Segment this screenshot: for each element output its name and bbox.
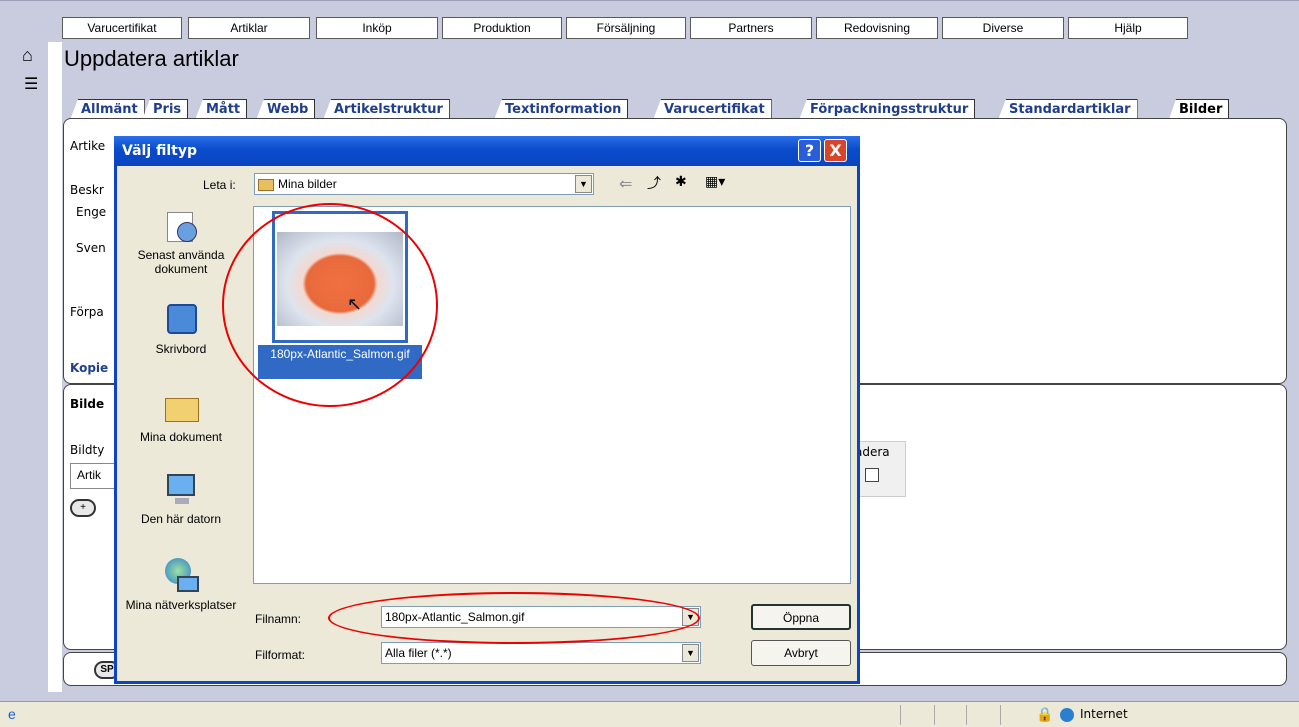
sidebar-gap [48, 42, 62, 692]
copy-link[interactable]: Kopie [70, 361, 108, 375]
place-recent[interactable]: Senast använda dokument [123, 206, 239, 276]
back-icon[interactable]: ⇐ [619, 174, 632, 194]
place-label: Mina dokument [139, 430, 223, 444]
look-in-select[interactable]: Mina bilder ▼ [254, 173, 594, 195]
up-folder-icon[interactable]: ⤴ [647, 173, 661, 193]
salmon-thumbnail-image [277, 232, 403, 326]
open-button[interactable]: Öppna [751, 604, 851, 630]
page-title: Uppdatera artiklar [64, 46, 239, 71]
tab-pris[interactable]: Pris [142, 99, 189, 120]
chevron-down-icon[interactable]: ▼ [682, 644, 699, 662]
file-list[interactable]: ↖ 180px-Atlantic_Salmon.gif [253, 206, 851, 584]
tab-matt[interactable]: Mått [195, 99, 248, 120]
place-label: Senast använda dokument [137, 248, 225, 276]
zone-label: Internet [1080, 707, 1128, 721]
tab-varucertifikat[interactable]: Varucertifikat [653, 99, 772, 120]
status-divider [934, 705, 935, 725]
lock-icon: 🔒 [1036, 706, 1054, 722]
place-my-computer[interactable]: Den här datorn [123, 470, 239, 526]
menu-varucertifikat[interactable]: Varucertifikat [62, 17, 182, 39]
globe-icon [1060, 708, 1074, 722]
network-places-icon [161, 556, 201, 596]
status-divider [900, 705, 901, 725]
menu-artiklar[interactable]: Artiklar [188, 17, 310, 39]
tab-standardartiklar[interactable]: Standardartiklar [998, 99, 1138, 120]
tab-webb[interactable]: Webb [256, 99, 316, 120]
tab-textinformation[interactable]: Textinformation [494, 99, 629, 120]
help-button[interactable]: ? [798, 139, 821, 162]
my-documents-icon [161, 388, 201, 428]
chevron-down-icon[interactable]: ▼ [575, 175, 592, 193]
tab-artikelstruktur[interactable]: Artikelstruktur [323, 99, 450, 120]
close-button[interactable]: X [824, 139, 847, 162]
chevron-down-icon[interactable]: ▼ [682, 608, 699, 626]
filename-input[interactable]: 180px-Atlantic_Salmon.gif ▼ [381, 606, 701, 628]
filename-label: Filnamn: [255, 612, 302, 626]
menu-forsaljning[interactable]: Försäljning [566, 17, 686, 39]
place-label: Den här datorn [140, 512, 222, 526]
menu-produktion[interactable]: Produktion [442, 17, 562, 39]
status-divider [966, 705, 967, 725]
left-sidebar [0, 42, 48, 692]
image-type-value: Artik [77, 468, 101, 482]
file-thumbnail[interactable]: ↖ [272, 211, 408, 343]
place-desktop[interactable]: Skrivbord [123, 300, 239, 356]
add-image-icon[interactable]: + [70, 499, 96, 517]
place-my-documents[interactable]: Mina dokument [123, 388, 239, 444]
folder-icon [258, 178, 274, 191]
filetype-label: Filformat: [255, 648, 306, 662]
place-label: Mina nätverksplatser [125, 598, 237, 612]
delete-header: adera [855, 445, 890, 459]
swedish-label: Sven [76, 241, 106, 255]
menu-partners[interactable]: Partners [690, 17, 812, 39]
home-icon[interactable]: ⌂ [22, 45, 33, 66]
description-label: Beskr [70, 183, 104, 197]
view-menu-icon[interactable]: ▦▾ [705, 173, 725, 190]
dialog-title: Välj filtyp [122, 143, 198, 159]
place-label: Skrivbord [155, 342, 207, 356]
look-in-value: Mina bilder [278, 177, 337, 191]
article-label: Artike [70, 139, 106, 153]
cursor-icon: ↖ [347, 294, 363, 314]
tab-forpackningsstruktur[interactable]: Förpackningsstruktur [799, 99, 976, 120]
filetype-value: Alla filer (*.*) [385, 646, 452, 660]
cancel-button[interactable]: Avbryt [751, 640, 851, 666]
dialog-title-bar: Välj filtyp ? X [114, 136, 860, 166]
my-computer-icon [161, 470, 201, 510]
main-menu-bar: Varucertifikat Artiklar Inköp Produktion… [0, 0, 1299, 42]
english-label: Enge [76, 205, 107, 219]
new-folder-icon[interactable]: ✱ [675, 173, 687, 190]
menu-inkop[interactable]: Inköp [316, 17, 438, 39]
delete-checkbox[interactable] [865, 468, 879, 482]
places-bar: Senast använda dokument Skrivbord Mina d… [123, 176, 239, 654]
menu-diverse[interactable]: Diverse [942, 17, 1064, 39]
images-heading: Bilde [70, 397, 105, 411]
desktop-icon [161, 300, 201, 340]
file-name-label[interactable]: 180px-Atlantic_Salmon.gif [258, 345, 422, 379]
file-dialog: Välj filtyp ? X Leta i: Mina bilder ▼ ⇐ … [114, 136, 860, 684]
menu-redovisning[interactable]: Redovisning [816, 17, 938, 39]
recent-documents-icon [161, 206, 201, 246]
filename-value: 180px-Atlantic_Salmon.gif [385, 610, 525, 624]
list-icon[interactable]: ☰ [24, 74, 38, 94]
status-divider [1000, 705, 1001, 725]
status-bar: e 🔒 Internet [0, 701, 1299, 727]
ie-page-icon: e [8, 706, 16, 722]
tab-allmant[interactable]: Allmänt [70, 99, 145, 120]
image-type-label: Bildty [70, 443, 105, 457]
filetype-select[interactable]: Alla filer (*.*) ▼ [381, 642, 701, 664]
packaging-label: Förpa [70, 305, 104, 319]
menu-hjalp[interactable]: Hjälp [1068, 17, 1188, 39]
place-network[interactable]: Mina nätverksplatser [123, 556, 239, 612]
